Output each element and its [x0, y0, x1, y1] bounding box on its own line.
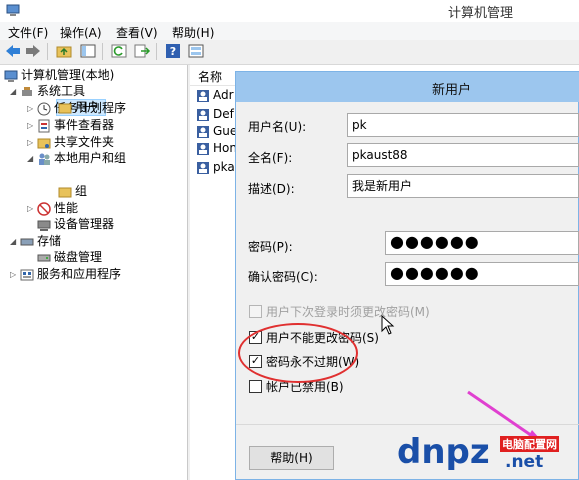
expand-arrow-icon[interactable]: ▷: [27, 134, 37, 151]
users-group-icon: [39, 153, 50, 165]
fullname-field[interactable]: pkaust88: [347, 143, 579, 167]
column-header-name[interactable]: 名称: [198, 68, 222, 85]
device-manager-icon: [37, 220, 51, 231]
watermark-domain-suffix: .net: [505, 452, 544, 472]
folder-icon: [58, 187, 72, 197]
help-icon[interactable]: ?: [164, 43, 182, 59]
tree-item-services-apps[interactable]: ▷ 服务和应用程序: [10, 266, 121, 283]
tree-item-event-viewer[interactable]: ▷ 事件查看器: [27, 117, 114, 134]
show-hide-tree-icon[interactable]: [79, 43, 97, 59]
highlight-circle-annotation: [238, 323, 358, 383]
list-item[interactable]: Adr: [196, 86, 234, 105]
window-title: 计算机管理: [448, 6, 514, 21]
user-icon: [197, 108, 209, 121]
account-disabled-checkbox[interactable]: [249, 380, 262, 393]
collapse-arrow-icon[interactable]: ◢: [27, 150, 37, 167]
confirm-password-label: 确认密码(C):: [248, 270, 318, 284]
must-change-password-option[interactable]: 用户下次登录时须更改密码(M): [249, 303, 430, 321]
menu-bar: 文件(F) 操作(A) 查看(V) 帮助(H): [0, 22, 579, 40]
dialog-title: 新用户: [432, 83, 472, 98]
tree-item-local-users-groups[interactable]: ◢ 本地用户和组: [27, 150, 126, 167]
menu-action[interactable]: 操作(A): [60, 24, 102, 41]
tree-item-users[interactable]: 用户: [58, 99, 99, 116]
watermark-logo-text: dnpz: [397, 432, 490, 472]
svg-text:?: ?: [170, 45, 176, 58]
toolbar-separator: [47, 43, 48, 60]
expand-arrow-icon[interactable]: ▷: [10, 266, 20, 283]
tree-item-storage[interactable]: ◢ 存储: [10, 233, 61, 250]
toolbar: ?: [0, 40, 579, 65]
up-folder-icon[interactable]: [55, 43, 73, 59]
expand-arrow-icon[interactable]: ▷: [27, 200, 37, 217]
tree-item-performance[interactable]: ▷ 性能: [27, 200, 78, 217]
tree-item-disk-management[interactable]: 磁盘管理: [37, 249, 102, 266]
folder-icon: [58, 103, 72, 113]
expand-arrow-icon[interactable]: ▷: [27, 100, 37, 117]
mouse-cursor-icon: [381, 315, 395, 335]
collapse-arrow-icon[interactable]: ◢: [10, 83, 20, 100]
user-icon: [197, 142, 209, 155]
collapse-arrow-icon[interactable]: ◢: [10, 233, 20, 250]
username-label: 用户名(U):: [248, 120, 307, 134]
fullname-label: 全名(F):: [248, 151, 293, 165]
user-icon: [197, 125, 209, 138]
list-item[interactable]: Hon: [196, 139, 237, 158]
description-label: 描述(D):: [248, 182, 295, 196]
must-change-password-checkbox[interactable]: [249, 305, 262, 318]
services-icon: [20, 269, 34, 280]
tree-item-groups[interactable]: 组: [58, 183, 87, 200]
disk-icon: [37, 254, 51, 261]
performance-icon: [37, 201, 51, 216]
event-viewer-icon: [38, 119, 50, 132]
password-field[interactable]: ●●●●●●: [385, 231, 579, 255]
export-icon[interactable]: [133, 43, 151, 59]
expand-arrow-icon[interactable]: ▷: [27, 117, 37, 134]
tree-item-shared-folders[interactable]: ▷ 共享文件夹: [27, 134, 114, 151]
description-field[interactable]: 我是新用户: [347, 174, 579, 198]
forward-icon[interactable]: [24, 43, 42, 59]
storage-icon: [20, 238, 34, 245]
tree-item-computer-management[interactable]: 计算机管理(本地): [4, 67, 114, 84]
toolbar-separator: [102, 43, 103, 60]
properties-icon[interactable]: [187, 43, 205, 59]
toolbar-separator: [156, 43, 157, 60]
help-button[interactable]: 帮助(H): [249, 446, 334, 470]
confirm-password-field[interactable]: ●●●●●●: [385, 262, 579, 286]
password-label: 密码(P):: [248, 240, 293, 254]
dialog-titlebar[interactable]: [236, 72, 579, 102]
clock-icon: [37, 102, 51, 115]
username-field[interactable]: pk: [347, 113, 579, 137]
user-icon: [197, 161, 209, 174]
shared-folder-icon: [37, 138, 51, 148]
tree-item-device-manager[interactable]: 设备管理器: [37, 216, 114, 233]
user-icon: [197, 89, 209, 102]
tree-item-system-tools[interactable]: ◢ 系统工具: [10, 83, 85, 100]
watermark-chinese-text: 电脑配置网: [500, 436, 559, 452]
refresh-icon[interactable]: [110, 43, 128, 59]
list-item[interactable]: pka: [196, 158, 235, 177]
back-icon[interactable]: [4, 43, 22, 59]
menu-help[interactable]: 帮助(H): [172, 24, 214, 41]
tools-icon: [22, 86, 32, 96]
menu-view[interactable]: 查看(V): [116, 24, 158, 41]
computer-management-icon: [6, 4, 20, 16]
computer-management-icon: [4, 70, 18, 82]
menu-file[interactable]: 文件(F): [8, 24, 48, 41]
